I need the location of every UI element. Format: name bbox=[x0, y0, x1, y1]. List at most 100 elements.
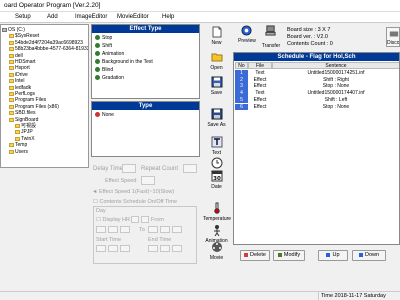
effect-item-animation[interactable]: Animation bbox=[95, 51, 124, 58]
contents-schedule-checkbox[interactable]: ☐ Contents Schedule On/Off Time bbox=[93, 199, 177, 205]
time-input[interactable] bbox=[120, 245, 130, 252]
delay-time-label: Delay Time bbox=[93, 166, 124, 172]
delay-time-input[interactable] bbox=[122, 164, 136, 173]
table-row[interactable]: 5 Effect Shift : Left bbox=[234, 96, 399, 104]
folder-item[interactable]: iDrive bbox=[9, 72, 28, 78]
date-input[interactable] bbox=[160, 226, 170, 233]
menu-image-editor[interactable]: ImageEditor bbox=[75, 14, 107, 20]
modify-button[interactable]: Modify bbox=[273, 250, 305, 261]
hr-to-input[interactable] bbox=[141, 216, 149, 223]
effect-speed-input[interactable] bbox=[141, 176, 155, 185]
folder-item[interactable]: JPJP bbox=[15, 129, 33, 135]
time-input[interactable] bbox=[160, 245, 170, 252]
folder-icon bbox=[15, 130, 20, 135]
red-dot-icon bbox=[95, 112, 100, 117]
hr-from-input[interactable] bbox=[131, 216, 139, 223]
preview-icon bbox=[241, 25, 252, 36]
effect-item-blind[interactable]: Blind bbox=[95, 67, 113, 74]
folder-icon bbox=[9, 98, 14, 103]
folder-icon bbox=[9, 111, 14, 116]
disconnect-button[interactable]: Disco bbox=[386, 27, 400, 47]
green-dot-icon bbox=[95, 43, 100, 48]
menu-add[interactable]: Add bbox=[47, 14, 58, 20]
folder-item[interactable]: 54bde2d4f7204a39ac6698923 bbox=[9, 40, 83, 46]
movie-button[interactable]: Movie bbox=[203, 241, 230, 267]
folder-item[interactable]: ledfadk bbox=[9, 85, 31, 91]
green-dot-icon bbox=[95, 59, 100, 64]
new-button[interactable]: New bbox=[203, 26, 230, 52]
transfer-button[interactable]: Transfer bbox=[259, 25, 283, 51]
effect-item-background-text[interactable]: Background in the Text bbox=[95, 59, 153, 66]
folder-item[interactable]: Program Files bbox=[9, 97, 46, 103]
up-button[interactable]: Up bbox=[318, 250, 348, 261]
save-as-button[interactable]: Save As bbox=[203, 108, 230, 134]
clock-icon bbox=[211, 157, 223, 169]
folder-icon bbox=[9, 92, 14, 96]
delete-button[interactable]: Delete bbox=[240, 250, 270, 261]
disconnect-icon bbox=[389, 31, 399, 37]
date-input[interactable] bbox=[120, 226, 130, 233]
preview-button[interactable]: Preview bbox=[235, 25, 259, 51]
row-number: 2 bbox=[235, 76, 248, 84]
folder-item[interactable]: SignBoard bbox=[9, 117, 38, 123]
effect-item-shift[interactable]: Shift bbox=[95, 43, 112, 50]
menu-help[interactable]: Help bbox=[162, 14, 174, 20]
table-row[interactable]: 1 Text Untitled150000174251.inf bbox=[234, 70, 399, 77]
time-input[interactable] bbox=[148, 245, 158, 252]
folder-item[interactable]: PerfLogs bbox=[9, 91, 35, 97]
folder-item[interactable]: Program Files (x86) bbox=[9, 104, 59, 110]
date-input[interactable] bbox=[172, 226, 182, 233]
folder-item[interactable]: OS (C:) bbox=[2, 27, 25, 33]
time-input[interactable] bbox=[96, 245, 106, 252]
effect-type-header: Effect Type bbox=[92, 25, 199, 33]
folder-icon bbox=[9, 53, 14, 58]
table-row[interactable]: 3 Effect Stop : None bbox=[234, 83, 399, 90]
board-info-area: Preview Transfer Board size : 3 X 7 Boar… bbox=[233, 24, 400, 51]
row-sentence: Untitled150000174407.inf bbox=[307, 90, 365, 97]
table-row[interactable]: 2 Effect Shift : Right bbox=[234, 76, 399, 84]
row-sentence: Stop : None bbox=[322, 83, 350, 90]
effect-item-gradation[interactable]: Gradation bbox=[95, 75, 124, 82]
folder-label: HDSmart bbox=[15, 59, 36, 65]
menu-setup[interactable]: Setup bbox=[15, 14, 31, 20]
down-button[interactable]: Down bbox=[352, 250, 386, 261]
folder-item[interactable]: Temp bbox=[9, 142, 27, 148]
folder-item[interactable]: HDSmart bbox=[9, 59, 36, 65]
row-number: 4 bbox=[235, 90, 248, 97]
folder-item[interactable]: Hsport bbox=[9, 65, 30, 71]
folder-item[interactable]: SBD.files bbox=[9, 110, 36, 116]
folder-label: SignBoard bbox=[15, 116, 39, 123]
save-button[interactable]: Save bbox=[203, 76, 230, 102]
date-input[interactable] bbox=[96, 226, 106, 233]
effect-item-stop[interactable]: Stop bbox=[95, 35, 112, 42]
folder-item[interactable]: dell bbox=[9, 53, 23, 59]
animation-icon bbox=[214, 225, 220, 236]
column-header-no: No bbox=[235, 62, 248, 69]
save-as-icon bbox=[211, 108, 223, 120]
delete-icon bbox=[244, 253, 249, 257]
text-icon bbox=[211, 136, 223, 148]
status-left bbox=[0, 292, 90, 300]
new-file-icon bbox=[212, 26, 222, 38]
date-button[interactable]: 30 Date bbox=[203, 170, 230, 196]
table-row[interactable]: 6 Effect Stop : None bbox=[234, 103, 399, 110]
type-item-none[interactable]: None bbox=[95, 112, 114, 119]
folder-item[interactable]: $SysReset bbox=[9, 33, 39, 39]
time-input[interactable] bbox=[172, 245, 182, 252]
folder-tree[interactable]: OS (C:) $SysReset 54bde2d4f7204a39ac669892… bbox=[0, 24, 89, 168]
date-input[interactable] bbox=[108, 226, 118, 233]
folder-item[interactable]: 可視設 bbox=[15, 123, 36, 129]
table-row[interactable]: 4 Text Untitled150000174407.inf bbox=[234, 90, 399, 97]
folder-item[interactable]: Intel bbox=[9, 78, 24, 84]
folder-item[interactable]: Users bbox=[9, 149, 28, 155]
folder-item[interactable]: 58b23ba4bbbe-4577-6364-8193325 bbox=[9, 46, 88, 52]
row-sentence: Untitled150000174251.inf bbox=[307, 70, 365, 76]
folder-label: Intel bbox=[15, 78, 25, 85]
repeat-count-input[interactable] bbox=[183, 164, 197, 173]
menu-movie-editor[interactable]: MovieEditor bbox=[117, 14, 149, 20]
folder-item[interactable]: TwinX bbox=[15, 136, 35, 142]
folder-icon bbox=[9, 47, 14, 52]
open-button[interactable]: Open bbox=[203, 51, 230, 77]
date-input[interactable] bbox=[148, 226, 158, 233]
time-input[interactable] bbox=[108, 245, 118, 252]
